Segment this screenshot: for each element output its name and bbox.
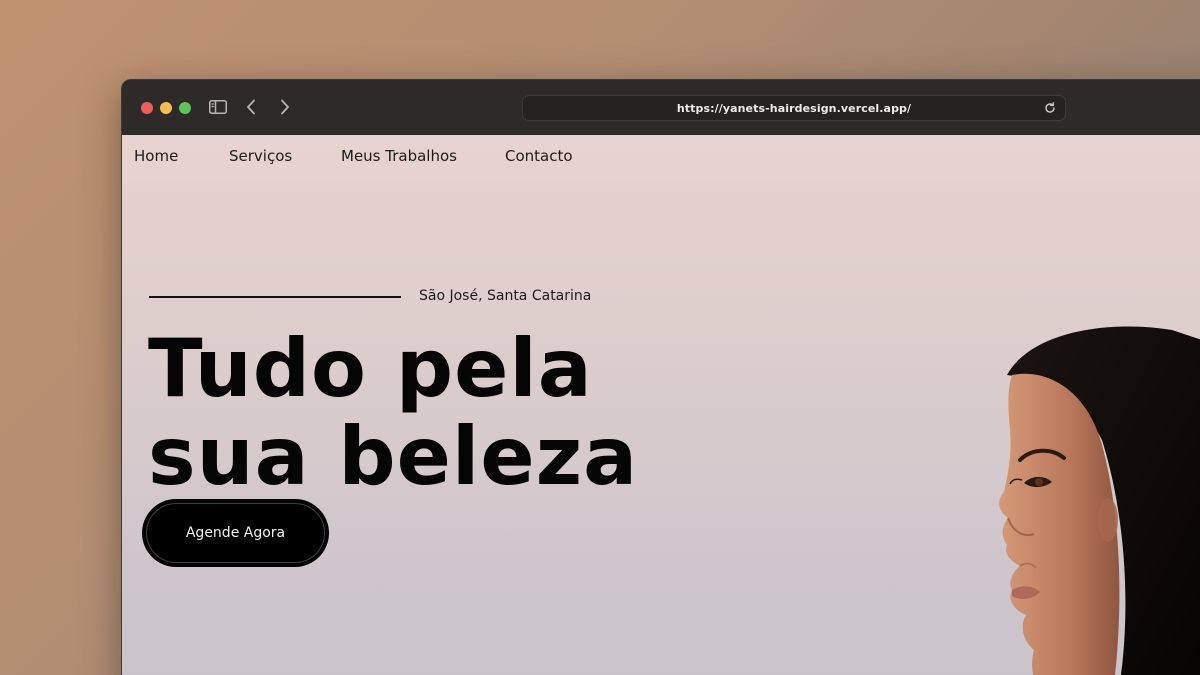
browser-toolbar: https://yanets-hairdesign.vercel.app/ xyxy=(122,80,1200,135)
nav-link-meus-trabalhos[interactable]: Meus Trabalhos xyxy=(341,147,457,165)
forward-arrow-icon[interactable] xyxy=(273,96,297,118)
web-page: Home Serviços Meus Trabalhos Contacto Sã… xyxy=(122,135,1200,675)
nav-link-servicos[interactable]: Serviços xyxy=(229,147,292,165)
back-arrow-icon[interactable] xyxy=(239,96,263,118)
minimize-window-button[interactable] xyxy=(160,102,172,114)
location-text: São José, Santa Catarina xyxy=(419,288,592,304)
location-divider xyxy=(149,296,401,298)
zoom-window-button[interactable] xyxy=(179,102,191,114)
sidebar-icon[interactable] xyxy=(206,96,230,118)
book-now-button-label: Agende Agora xyxy=(146,503,325,563)
hero-title-line-1: Tudo pela xyxy=(148,322,593,415)
url-text: https://yanets-hairdesign.vercel.app/ xyxy=(676,101,912,115)
browser-window: https://yanets-hairdesign.vercel.app/ Ho… xyxy=(121,79,1200,675)
nav-link-contacto[interactable]: Contacto xyxy=(505,147,573,165)
book-now-button[interactable]: Agende Agora xyxy=(142,499,329,567)
reload-icon[interactable] xyxy=(1043,101,1057,115)
address-bar[interactable]: https://yanets-hairdesign.vercel.app/ xyxy=(522,95,1066,121)
hero-title-line-2: sua beleza xyxy=(148,410,639,503)
close-window-button[interactable] xyxy=(141,102,153,114)
nav-link-home[interactable]: Home xyxy=(134,147,178,165)
hero-title: Tudo pela sua beleza xyxy=(148,325,638,501)
woman-portrait-image xyxy=(999,326,1200,675)
